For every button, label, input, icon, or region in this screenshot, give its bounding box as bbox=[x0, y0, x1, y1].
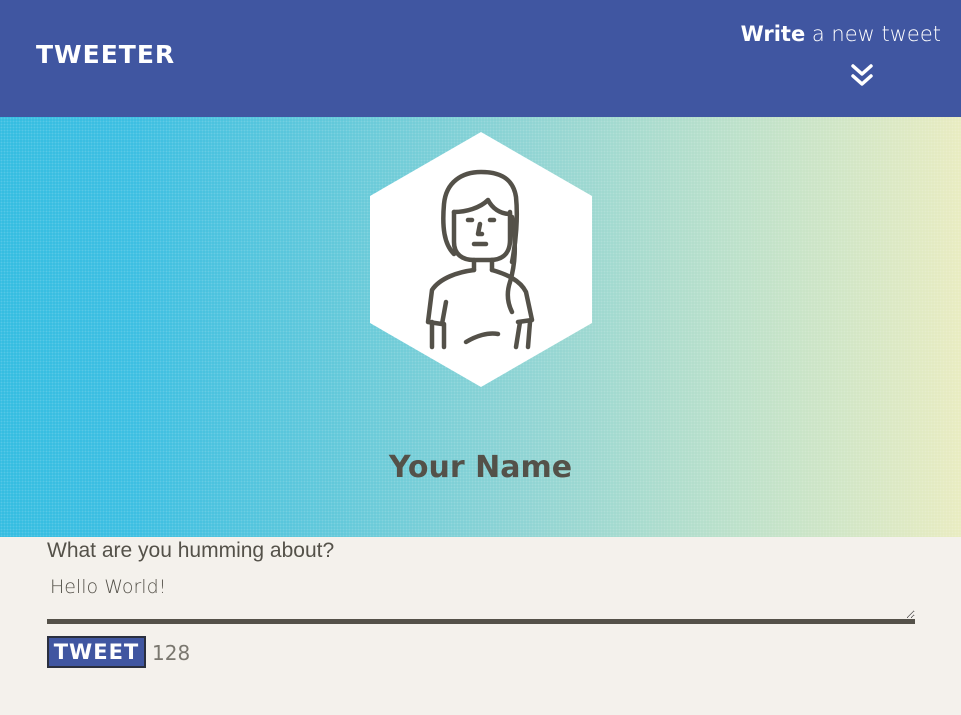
compose-actions: TWEET 128 bbox=[47, 636, 915, 668]
app-logo[interactable]: TWEETER bbox=[36, 40, 175, 69]
compose-prompt: What are you humming about? bbox=[47, 539, 335, 562]
profile-name: Your Name bbox=[388, 450, 573, 485]
double-chevron-down-icon[interactable] bbox=[851, 62, 873, 90]
tweet-button[interactable]: TWEET bbox=[47, 636, 146, 668]
character-counter: 128 bbox=[152, 641, 191, 665]
woman-avatar-icon bbox=[425, 169, 535, 350]
profile-banner: Your Name bbox=[0, 117, 961, 537]
tweet-textarea[interactable]: Hello World! bbox=[47, 572, 915, 624]
top-nav: TWEETER Write a new tweet bbox=[0, 0, 961, 117]
compose-form: What are you humming about? Hello World!… bbox=[47, 537, 915, 668]
write-new-tweet-label[interactable]: Write a new tweet bbox=[741, 22, 941, 46]
write-new-tweet-toggle[interactable]: Write a new tweet bbox=[741, 22, 941, 92]
write-label-rest: a new tweet bbox=[805, 22, 941, 46]
write-label-bold: Write bbox=[740, 22, 806, 46]
